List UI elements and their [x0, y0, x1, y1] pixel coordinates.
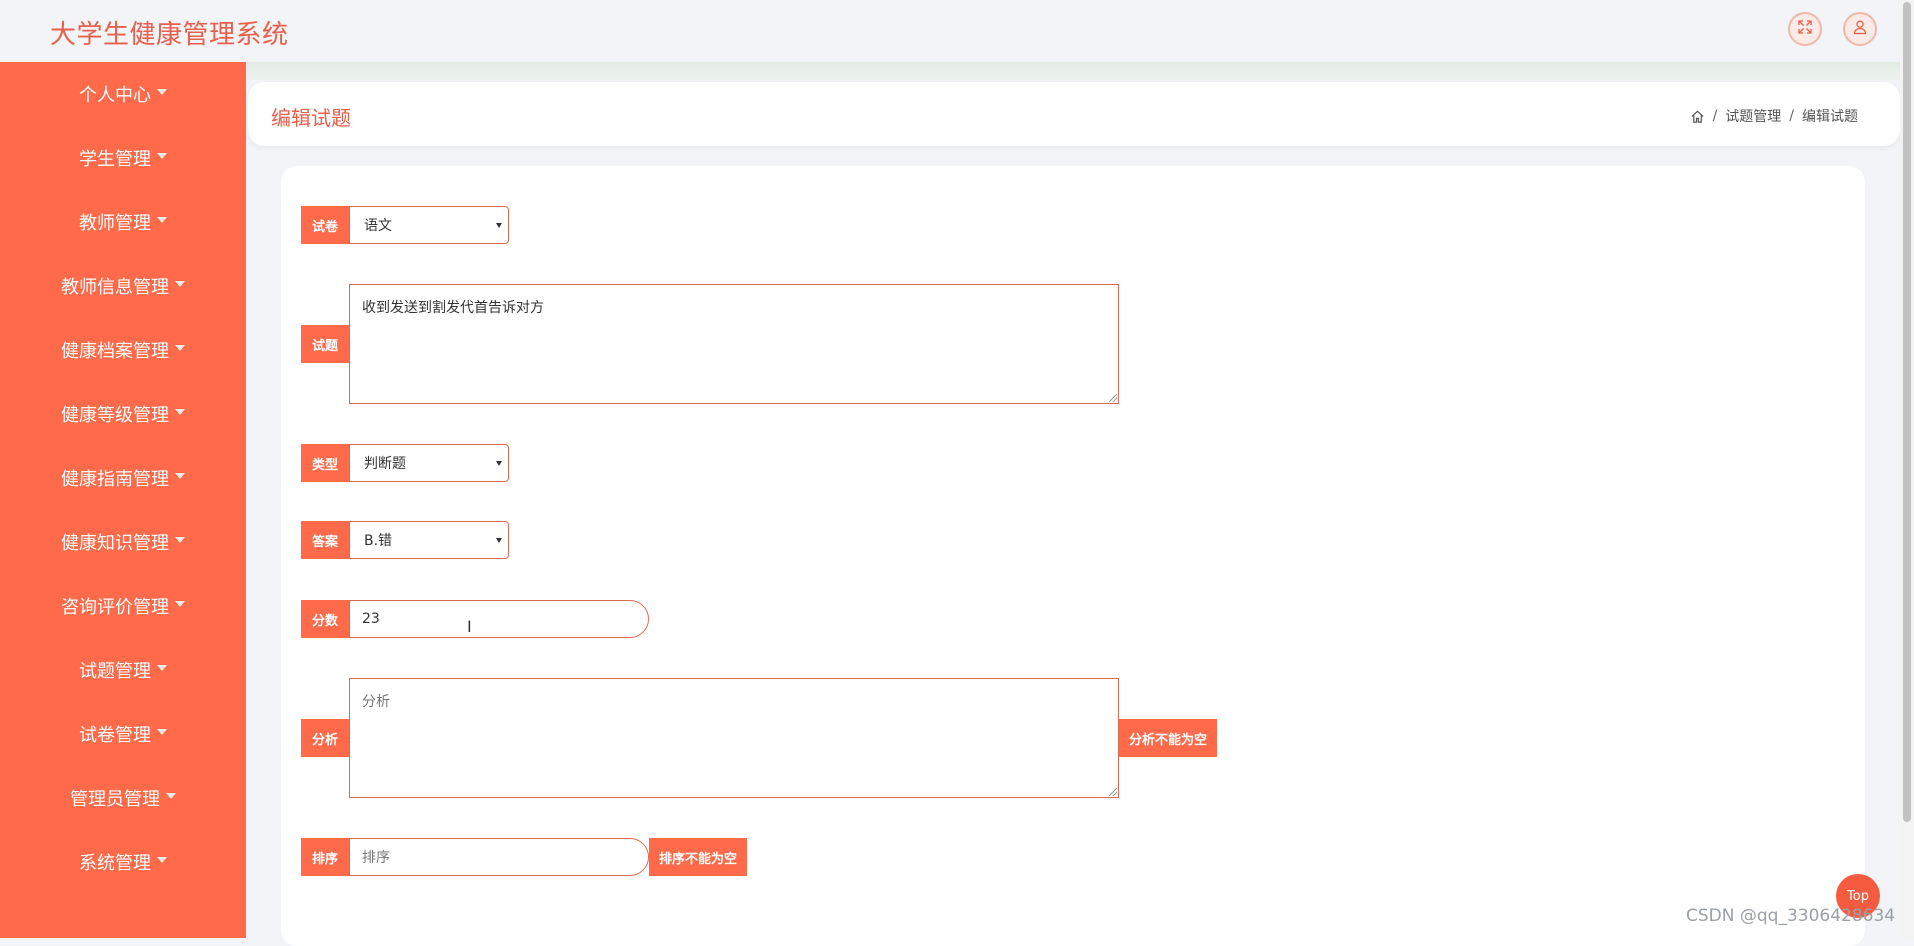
sort-input[interactable]: 排序	[349, 838, 649, 876]
score-input[interactable]: 23	[349, 600, 649, 638]
caret-down-icon	[157, 857, 167, 863]
sidebar-item-papers[interactable]: 试卷管理	[0, 702, 246, 766]
sidebar-item-label: 学生管理	[79, 149, 151, 170]
analysis-label: 分析	[301, 719, 349, 757]
caret-down-icon	[175, 281, 185, 287]
sidebar-item-health-knowledge[interactable]: 健康知识管理	[0, 510, 246, 574]
page-header: 编辑试题 / 试题管理 / 编辑试题	[248, 82, 1900, 146]
type-field: 类型 判断题	[301, 444, 509, 482]
sidebar-item-label: 系统管理	[79, 853, 151, 874]
sidebar-item-label: 管理员管理	[70, 789, 160, 810]
app-title: 大学生健康管理系统	[50, 20, 289, 50]
question-field: 试题 收到发送到割发代首告诉对方	[301, 284, 1119, 404]
sidebar-item-label: 健康等级管理	[61, 405, 169, 426]
score-field: 分数 23	[301, 600, 649, 638]
score-value: 23	[362, 611, 380, 627]
fullscreen-icon	[1797, 19, 1813, 39]
sidebar-item-label: 试卷管理	[79, 725, 151, 746]
analysis-field: 分析 分析 分析不能为空	[301, 678, 1218, 798]
sort-placeholder: 排序	[362, 850, 390, 866]
breadcrumb-item-questions[interactable]: 试题管理	[1725, 106, 1781, 126]
type-label: 类型	[301, 444, 349, 482]
sidebar-item-label: 健康档案管理	[61, 341, 169, 362]
sidebar-item-health-records[interactable]: 健康档案管理	[0, 318, 246, 382]
sort-label: 排序	[301, 838, 349, 876]
sidebar-item-teacher-info[interactable]: 教师信息管理	[0, 254, 246, 318]
breadcrumb-separator: /	[1789, 108, 1794, 124]
analysis-placeholder: 分析	[362, 694, 390, 710]
sidebar-item-questions[interactable]: 试题管理	[0, 638, 246, 702]
analysis-textarea[interactable]: 分析	[349, 678, 1119, 798]
paper-select[interactable]: 语文	[349, 206, 509, 244]
sidebar-item-personal-center[interactable]: 个人中心	[0, 62, 246, 126]
breadcrumb-separator: /	[1712, 108, 1718, 124]
paper-label: 试卷	[301, 206, 349, 244]
answer-select[interactable]: B.错	[349, 521, 509, 559]
caret-down-icon	[157, 217, 167, 223]
question-label: 试题	[301, 325, 349, 363]
header-strip	[246, 62, 1900, 80]
user-menu-button[interactable]	[1843, 12, 1877, 46]
sidebar-item-label: 个人中心	[79, 85, 151, 106]
caret-down-icon	[175, 409, 185, 415]
answer-select-value: B.错	[364, 533, 393, 549]
caret-down-icon	[166, 793, 176, 799]
sidebar-item-system[interactable]: 系统管理	[0, 830, 246, 894]
resize-handle-icon[interactable]	[1109, 394, 1117, 402]
caret-down-icon	[157, 89, 167, 95]
caret-down-icon	[157, 665, 167, 671]
page-title: 编辑试题	[271, 106, 351, 130]
caret-down-icon	[175, 473, 185, 479]
paper-select-value: 语文	[364, 218, 392, 234]
sort-error-message: 排序不能为空	[649, 838, 748, 876]
answer-label: 答案	[301, 521, 349, 559]
user-icon	[1852, 19, 1868, 39]
sort-field: 排序 排序 排序不能为空	[301, 838, 748, 876]
sidebar-item-label: 教师信息管理	[61, 277, 169, 298]
sidebar-item-students[interactable]: 学生管理	[0, 126, 246, 190]
top-bar: 大学生健康管理系统	[0, 0, 1900, 62]
select-arrow-icon	[496, 538, 502, 543]
type-select-value: 判断题	[364, 456, 406, 472]
sidebar-item-label: 咨询评价管理	[61, 597, 169, 618]
scrollbar[interactable]	[1900, 0, 1914, 938]
question-text: 收到发送到割发代首告诉对方	[362, 300, 544, 316]
sidebar-item-health-levels[interactable]: 健康等级管理	[0, 382, 246, 446]
type-select[interactable]: 判断题	[349, 444, 509, 482]
sidebar-item-label: 试题管理	[79, 661, 151, 682]
caret-down-icon	[175, 601, 185, 607]
caret-down-icon	[157, 729, 167, 735]
select-arrow-icon	[496, 223, 502, 228]
fullscreen-button[interactable]	[1788, 12, 1822, 46]
answer-field: 答案 B.错	[301, 521, 509, 559]
caret-down-icon	[175, 345, 185, 351]
caret-down-icon	[175, 537, 185, 543]
scrollbar-thumb[interactable]	[1903, 2, 1911, 822]
sidebar-item-consultation-reviews[interactable]: 咨询评价管理	[0, 574, 246, 638]
form-card	[281, 166, 1865, 946]
watermark: CSDN @qq_3306428634	[1686, 906, 1896, 926]
sidebar-item-label: 健康指南管理	[61, 469, 169, 490]
paper-field: 试卷 语文	[301, 206, 509, 244]
home-icon[interactable]	[1690, 109, 1705, 124]
sidebar-item-health-guides[interactable]: 健康指南管理	[0, 446, 246, 510]
breadcrumb-item-current: 编辑试题	[1802, 109, 1858, 125]
score-label: 分数	[301, 600, 349, 638]
sidebar: 个人中心 学生管理 教师管理 教师信息管理 健康档案管理 健康等级管理 健康指南…	[0, 62, 246, 938]
sidebar-item-admins[interactable]: 管理员管理	[0, 766, 246, 830]
analysis-error-message: 分析不能为空	[1119, 719, 1218, 757]
caret-down-icon	[157, 153, 167, 159]
resize-handle-icon[interactable]	[1109, 788, 1117, 796]
sidebar-item-label: 健康知识管理	[61, 533, 169, 554]
breadcrumb: / 试题管理 / 编辑试题	[1690, 106, 1858, 126]
question-textarea[interactable]: 收到发送到割发代首告诉对方	[349, 284, 1119, 404]
select-arrow-icon	[496, 461, 502, 466]
sidebar-item-teachers[interactable]: 教师管理	[0, 190, 246, 254]
sidebar-item-label: 教师管理	[79, 213, 151, 234]
text-cursor-icon: I	[467, 617, 472, 636]
